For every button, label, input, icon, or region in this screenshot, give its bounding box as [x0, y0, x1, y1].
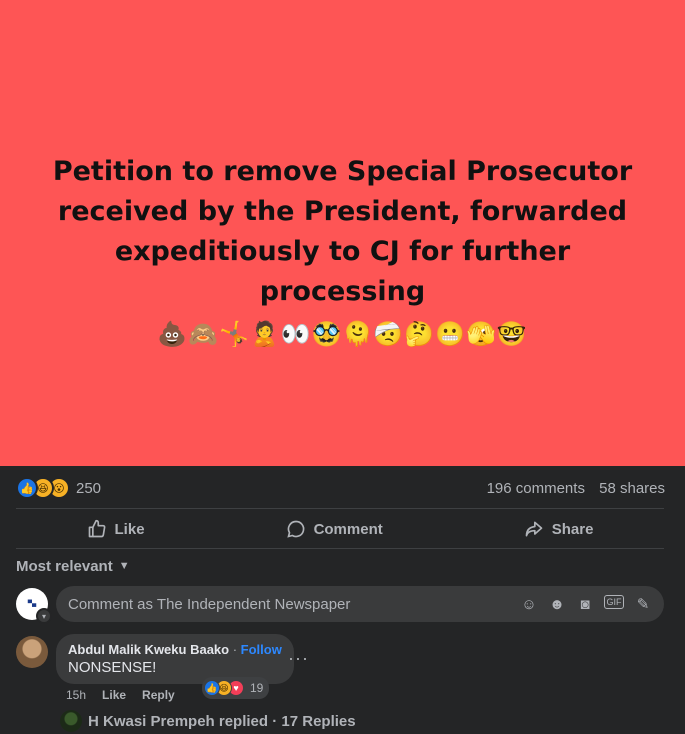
comment-button[interactable]: Comment: [266, 513, 403, 545]
reaction-count: 250: [76, 479, 102, 497]
comment-text: NONSENSE!: [68, 659, 157, 676]
post-stats: 👍 😆 😮 250 196 comments 58 shares: [16, 476, 665, 500]
share-arrow-icon: [525, 521, 543, 537]
reaction-summary[interactable]: 👍 😆 😮 250: [16, 477, 101, 499]
avatar-sticker-icon[interactable]: ✎: [634, 595, 652, 613]
caret-down-icon: ▼: [118, 560, 130, 572]
like-icon: 👍: [16, 477, 38, 499]
sort-label: Most relevant: [16, 557, 113, 575]
post-action-bar: Like Comment Share: [16, 510, 664, 548]
more-options-icon[interactable]: ···: [288, 648, 309, 669]
share-label: Share: [551, 520, 594, 538]
comment-like-button[interactable]: Like: [102, 688, 126, 702]
like-label: Like: [114, 520, 145, 538]
comments-count-link[interactable]: 196 comments: [487, 480, 585, 497]
post-headline: Petition to remove Special Prosecutor re…: [52, 156, 633, 307]
emoji-icon[interactable]: ☻: [548, 595, 566, 613]
comment-placeholder: Comment as The Independent Newspaper: [68, 595, 351, 613]
comment-reaction-count: 19: [250, 681, 264, 695]
comment-input[interactable]: Comment as The Independent Newspaper ☺ ☻…: [56, 586, 664, 622]
thumbs-up-icon: [88, 519, 105, 538]
like-icon: 👍: [204, 680, 220, 696]
comment-author-line: Abdul Malik Kweku Baako · Follow: [68, 642, 282, 657]
post-image[interactable]: Petition to remove Special Prosecutor re…: [0, 0, 685, 466]
comment-composer: ▀▄ ▾ Comment as The Independent Newspape…: [16, 586, 664, 624]
replies-summary: H Kwasi Prempeh replied · 17 Replies: [88, 712, 356, 730]
post-view: Petition to remove Special Prosecutor re…: [0, 0, 685, 734]
comment-author[interactable]: Abdul Malik Kweku Baako: [68, 642, 229, 657]
separator: ·: [229, 642, 241, 657]
comment-reactions[interactable]: 👍 😆 ♥ 19: [202, 677, 270, 699]
share-button[interactable]: Share: [504, 513, 614, 545]
comment-bubble-icon: [286, 520, 304, 538]
comment-reply-button[interactable]: Reply: [142, 688, 175, 702]
post-emoji-row: 💩🙈🤸🙎👀🥸🫠🤕🤔😬🫣🤓: [157, 320, 528, 348]
comment-time[interactable]: 15h: [66, 688, 86, 702]
shares-count-link[interactable]: 58 shares: [599, 480, 665, 497]
commenter-avatar[interactable]: [16, 636, 48, 668]
comment-label: Comment: [313, 520, 383, 538]
reply-author-avatar: [60, 710, 82, 732]
divider: [16, 548, 664, 549]
page-logo: ▀▄: [27, 601, 37, 607]
gif-icon[interactable]: GIF: [604, 595, 624, 609]
like-button[interactable]: Like: [67, 513, 165, 545]
sticker-icon[interactable]: ☺: [520, 595, 538, 613]
follow-button[interactable]: Follow: [241, 642, 282, 657]
composer-tools: ☺ ☻ ◙ GIF ✎: [520, 595, 652, 613]
view-replies-link[interactable]: H Kwasi Prempeh replied · 17 Replies: [60, 710, 356, 732]
engagement-counts: 196 comments 58 shares: [477, 480, 665, 497]
page-avatar[interactable]: ▀▄ ▾: [16, 588, 52, 624]
comment-meta: 15h Like Reply: [66, 688, 175, 702]
comment-sort-dropdown[interactable]: Most relevant ▼: [16, 556, 130, 576]
camera-icon[interactable]: ◙: [576, 595, 594, 613]
chevron-down-icon[interactable]: ▾: [36, 608, 52, 624]
divider: [16, 508, 664, 509]
